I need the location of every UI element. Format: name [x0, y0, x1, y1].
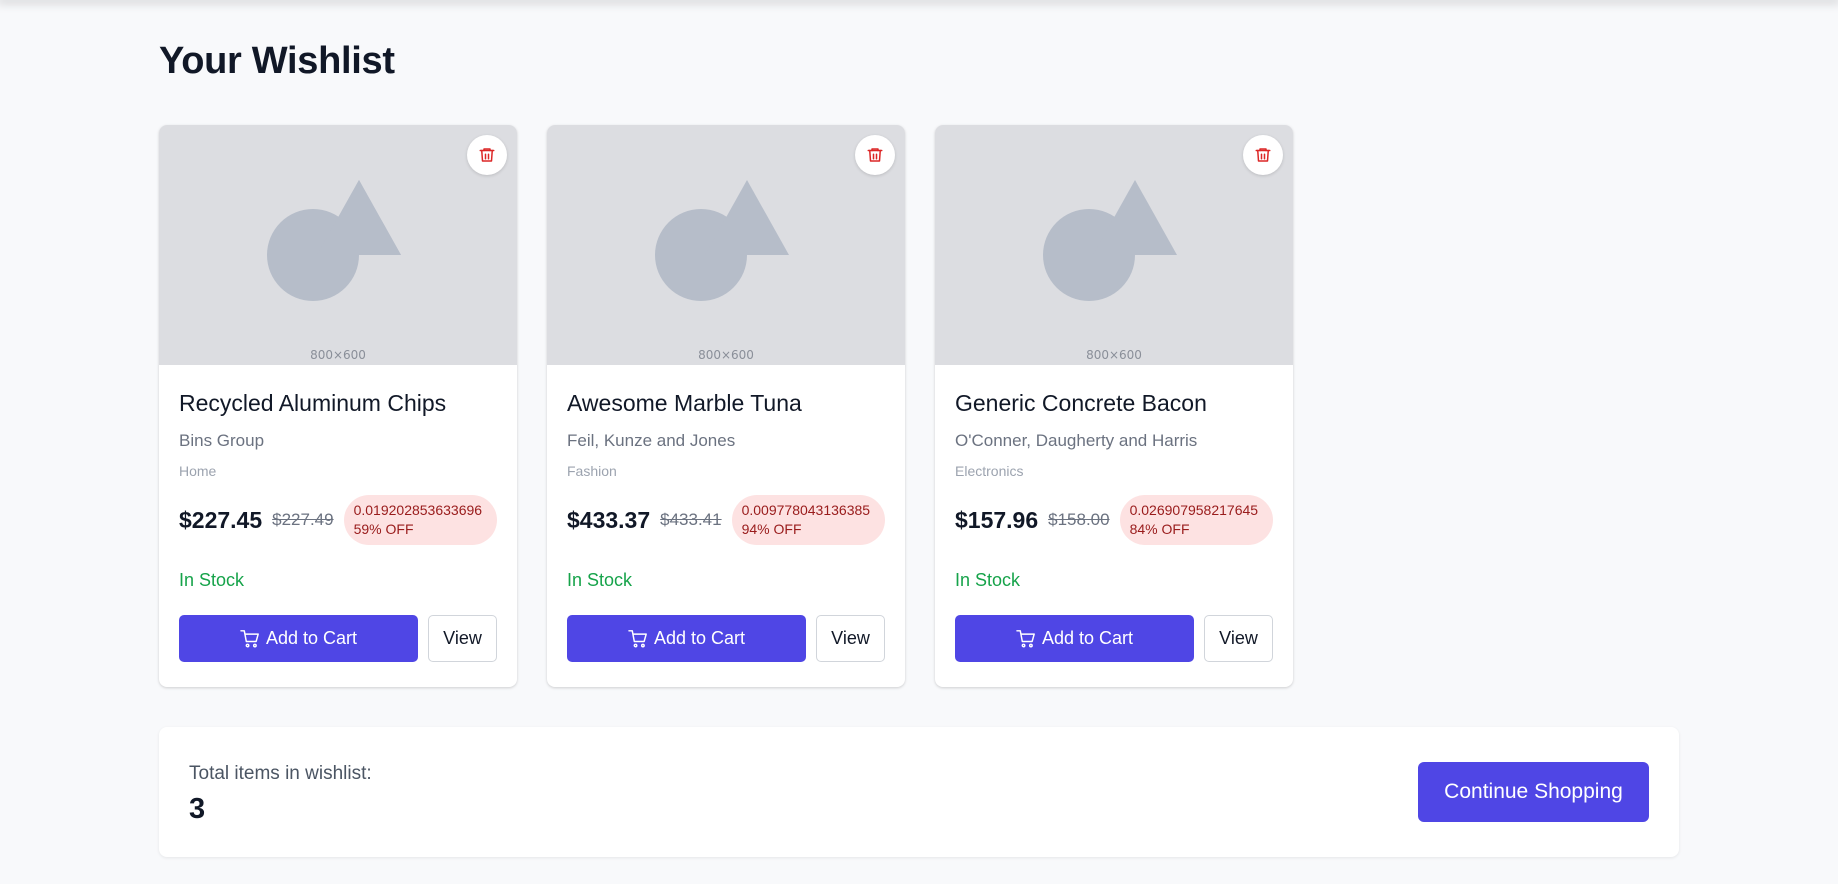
product-category: Fashion: [567, 463, 617, 479]
sale-price: $433.37: [567, 506, 651, 533]
trash-icon: [867, 148, 883, 162]
cart-icon: [628, 629, 647, 648]
trash-icon: [1255, 148, 1271, 162]
price-row: $227.45 $227.49 0.01920285363369659% OFF: [179, 495, 497, 545]
view-button[interactable]: View: [816, 615, 885, 662]
image-dimensions-label: 800×600: [1086, 348, 1142, 362]
sale-price: $227.45: [179, 506, 263, 533]
sale-price: $157.96: [955, 506, 1039, 533]
discount-badge: 0.01920285363369659% OFF: [343, 495, 497, 545]
product-category: Electronics: [955, 463, 1024, 479]
cart-icon: [240, 629, 259, 648]
stock-status: In Stock: [567, 570, 633, 590]
add-to-cart-button[interactable]: Add to Cart: [955, 615, 1194, 662]
product-name[interactable]: Awesome Marble Tuna: [567, 389, 885, 417]
original-price: $158.00: [1048, 510, 1110, 529]
discount-badge: 0.02690795821764584% OFF: [1119, 495, 1273, 545]
add-to-cart-button[interactable]: Add to Cart: [179, 615, 418, 662]
add-to-cart-label: Add to Cart: [653, 628, 746, 648]
card-actions: Add to Cart View: [955, 615, 1273, 662]
view-button[interactable]: View: [428, 615, 497, 662]
product-name[interactable]: Generic Concrete Bacon: [955, 389, 1273, 417]
add-to-cart-button[interactable]: Add to Cart: [567, 615, 806, 662]
page-title: Your Wishlist: [159, 40, 395, 82]
wishlist-card: 800×600 Generic Concrete Bacon O'Conner,…: [935, 125, 1293, 687]
card-actions: Add to Cart View: [179, 615, 497, 662]
image-placeholder-icon: [267, 180, 401, 301]
wishlist-card: 800×600 Recycled Aluminum Chips Bins Gro…: [159, 125, 517, 687]
product-name[interactable]: Recycled Aluminum Chips: [179, 389, 497, 417]
original-price: $433.41: [660, 510, 722, 529]
discount-badge: 0.00977804313638594% OFF: [731, 495, 885, 545]
remove-from-wishlist-button[interactable]: [467, 135, 507, 175]
add-to-cart-label: Add to Cart: [265, 628, 358, 648]
product-brand: Feil, Kunze and Jones: [567, 431, 736, 450]
image-placeholder-icon: [1043, 180, 1177, 301]
image-dimensions-label: 800×600: [698, 348, 754, 362]
wishlist-card: 800×600 Awesome Marble Tuna Feil, Kunze …: [547, 125, 905, 687]
stock-status: In Stock: [179, 570, 245, 590]
image-dimensions-label: 800×600: [310, 348, 366, 362]
original-price: $227.49: [272, 510, 334, 529]
trash-icon: [479, 148, 495, 162]
card-actions: Add to Cart View: [567, 615, 885, 662]
price-row: $433.37 $433.41 0.00977804313638594% OFF: [567, 495, 885, 545]
product-image[interactable]: 800×600: [159, 125, 517, 365]
view-button[interactable]: View: [1204, 615, 1273, 662]
remove-from-wishlist-button[interactable]: [1243, 135, 1283, 175]
image-placeholder-icon: [655, 180, 789, 301]
product-image[interactable]: 800×600: [935, 125, 1293, 365]
cart-icon: [1016, 629, 1035, 648]
product-category: Home: [179, 463, 217, 479]
product-image[interactable]: 800×600: [547, 125, 905, 365]
summary-label: Total items in wishlist:: [189, 763, 372, 784]
price-row: $157.96 $158.00 0.02690795821764584% OFF: [955, 495, 1273, 545]
add-to-cart-label: Add to Cart: [1041, 628, 1134, 648]
continue-shopping-button[interactable]: Continue Shopping: [1418, 762, 1649, 822]
wishlist-item-count: 3: [189, 793, 206, 825]
product-brand: O'Conner, Daugherty and Harris: [955, 431, 1198, 450]
stock-status: In Stock: [955, 570, 1021, 590]
remove-from-wishlist-button[interactable]: [855, 135, 895, 175]
product-brand: Bins Group: [179, 431, 265, 450]
wishlist-grid: 800×600 Recycled Aluminum Chips Bins Gro…: [159, 125, 1293, 687]
wishlist-summary: Total items in wishlist: 3 Continue Shop…: [159, 727, 1679, 857]
